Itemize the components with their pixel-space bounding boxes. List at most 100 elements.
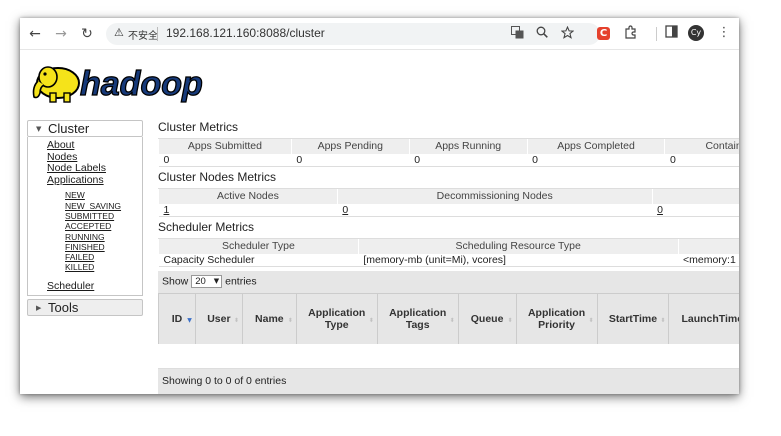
sort-icon: ⬍ <box>507 317 513 324</box>
svg-text:hadoop: hadoop <box>80 65 203 103</box>
col-id[interactable]: ID ▼ <box>158 293 196 344</box>
cluster-label: Cluster <box>48 121 90 136</box>
col-apps-running: Apps Running <box>408 138 528 154</box>
toolbar-divider <box>656 27 657 41</box>
side-panel-icon[interactable] <box>663 25 679 41</box>
applications-table: ID ▼ User ⬍ Name ⬍ Application Type ⬍ Applic… <box>158 293 739 344</box>
cluster-accordion-header[interactable]: ▼ Cluster <box>27 120 143 137</box>
apps-completed-value: 0 <box>527 153 665 167</box>
col-apps-submitted: Apps Submitted <box>158 138 292 154</box>
sort-icon: ⬍ <box>368 317 374 324</box>
col-start-time-label: StartTime <box>608 312 658 325</box>
col-user[interactable]: User ⬍ <box>194 293 243 344</box>
tools-accordion-header[interactable]: ▶ Tools <box>27 299 143 316</box>
cluster-accordion-body: About Nodes Node Labels Applications NEW… <box>27 137 143 296</box>
scheduler-metrics-table: Scheduler Type Scheduling Resource Type … <box>158 238 739 267</box>
apps-pending-value: 0 <box>291 153 410 167</box>
active-nodes-link[interactable]: 1 <box>158 203 338 217</box>
back-button[interactable]: ← <box>26 25 44 43</box>
nav-state-new-saving[interactable]: NEW_SAVING <box>47 201 142 211</box>
containers-value: 0 <box>664 153 739 167</box>
nodes-extra-link[interactable]: 0 <box>652 203 739 217</box>
avatar[interactable]: Cy <box>688 25 704 41</box>
nav-about[interactable]: About <box>47 139 142 152</box>
page-length-select[interactable]: 20 ▼ <box>191 275 223 288</box>
col-start-time[interactable]: StartTime ⬍ <box>596 293 669 344</box>
col-scheduler-type: Scheduler Type <box>158 238 359 254</box>
insecure-label[interactable]: 不安全 <box>128 27 158 42</box>
nav-state-killed[interactable]: KILLED <box>47 262 142 272</box>
scheduling-resource-type-value: [memory-mb (unit=Mi), vcores] <box>358 253 678 267</box>
col-application-type[interactable]: Application Type ⬍ <box>295 293 378 344</box>
nav-state-running[interactable]: RUNNING <box>47 232 142 242</box>
table-divider <box>158 368 739 369</box>
nav-state-accepted[interactable]: ACCEPTED <box>47 221 142 231</box>
sort-icon: ⬍ <box>233 317 239 324</box>
sort-desc-icon: ▼ <box>187 317 192 324</box>
tools-label: Tools <box>48 300 79 315</box>
col-application-type-label: Application Type <box>308 306 366 331</box>
page-length-value: 20 <box>195 276 206 287</box>
table-info: Showing 0 to 0 of 0 entries <box>162 375 287 387</box>
col-queue[interactable]: Queue ⬍ <box>457 293 517 344</box>
scheduler-metrics-title: Scheduler Metrics <box>158 220 255 234</box>
browser-toolbar: ← → ↻ ⚠ 不安全 192.168.121.160:8088/cluster… <box>20 18 739 50</box>
main-content: Cluster Metrics Apps Submitted Apps Pend… <box>158 120 739 394</box>
col-nodes-extra <box>651 188 739 204</box>
app-state-links: NEW NEW_SAVING SUBMITTED ACCEPTED RUNNIN… <box>47 190 142 272</box>
entries-label: entries <box>225 275 257 288</box>
nav-state-finished[interactable]: FINISHED <box>47 242 142 252</box>
empty-table-row <box>158 344 739 368</box>
col-scheduler-extra <box>677 238 739 254</box>
triangle-down-icon: ▼ <box>36 125 42 134</box>
page-content: hadoop ▼ Cluster About Nodes Node Labels … <box>20 51 739 394</box>
extension-c-icon[interactable]: C <box>597 27 610 40</box>
warning-icon: ⚠ <box>114 26 124 39</box>
url-separator <box>157 27 158 41</box>
col-application-priority-label: Application Priority <box>527 306 586 331</box>
applications-table-wrapper: Show 20 ▼ entries ID ▼ User ⬍ Name ⬍ Applica… <box>158 271 739 394</box>
extensions-icon[interactable] <box>623 25 639 41</box>
nodes-metrics-title: Cluster Nodes Metrics <box>158 170 277 184</box>
menu-icon[interactable]: ⋮ <box>716 25 732 41</box>
nav-state-new[interactable]: NEW <box>47 190 142 200</box>
hadoop-logo[interactable]: hadoop <box>28 57 233 107</box>
sort-icon: ⬍ <box>588 317 594 324</box>
translate-icon[interactable] <box>511 26 524 42</box>
nav-applications[interactable]: Applications <box>47 174 142 187</box>
sidebar: ▼ Cluster About Nodes Node Labels Applica… <box>27 120 143 316</box>
col-scheduling-resource-type: Scheduling Resource Type <box>357 238 678 254</box>
col-launch-time-label: LaunchTime <box>681 312 739 325</box>
col-user-label: User <box>207 312 231 325</box>
browser-window: ← → ↻ ⚠ 不安全 192.168.121.160:8088/cluster… <box>20 18 739 394</box>
col-application-tags-label: Application Tags <box>389 306 447 331</box>
col-name-label: Name <box>255 312 284 325</box>
apps-submitted-value: 0 <box>158 153 292 167</box>
col-queue-label: Queue <box>470 312 504 325</box>
nav-state-failed[interactable]: FAILED <box>47 252 142 262</box>
col-application-priority[interactable]: Application Priority ⬍ <box>515 293 598 344</box>
chevron-down-icon: ▼ <box>213 277 220 285</box>
apps-running-value: 0 <box>409 153 528 167</box>
nodes-metrics-table: Active Nodes Decommissioning Nodes 1 0 0 <box>158 188 739 217</box>
show-label: Show <box>162 275 189 288</box>
sort-icon: ⬍ <box>660 317 666 324</box>
scheduler-type-value: Capacity Scheduler <box>158 253 359 267</box>
col-apps-pending: Apps Pending <box>290 138 410 154</box>
bookmark-star-icon[interactable] <box>560 25 575 42</box>
forward-button[interactable]: → <box>52 25 70 43</box>
col-decommissioning-nodes: Decommissioning Nodes <box>336 188 653 204</box>
nav-scheduler[interactable]: Scheduler <box>47 280 142 293</box>
col-active-nodes: Active Nodes <box>158 188 338 204</box>
nav-state-submitted[interactable]: SUBMITTED <box>47 211 142 221</box>
reload-button[interactable]: ↻ <box>78 25 96 43</box>
col-launch-time[interactable]: LaunchTime <box>668 293 739 344</box>
cluster-metrics-table: Apps Submitted Apps Pending Apps Running… <box>158 138 739 167</box>
col-application-tags[interactable]: Application Tags ⬍ <box>376 293 459 344</box>
col-id-label: ID <box>171 312 183 325</box>
zoom-icon[interactable] <box>536 26 548 41</box>
url-text[interactable]: 192.168.121.160:8088/cluster <box>166 26 325 40</box>
col-name[interactable]: Name ⬍ <box>241 293 297 344</box>
address-bar[interactable]: ⚠ 不安全 192.168.121.160:8088/cluster <box>106 23 600 45</box>
decommissioning-nodes-link[interactable]: 0 <box>337 203 653 217</box>
